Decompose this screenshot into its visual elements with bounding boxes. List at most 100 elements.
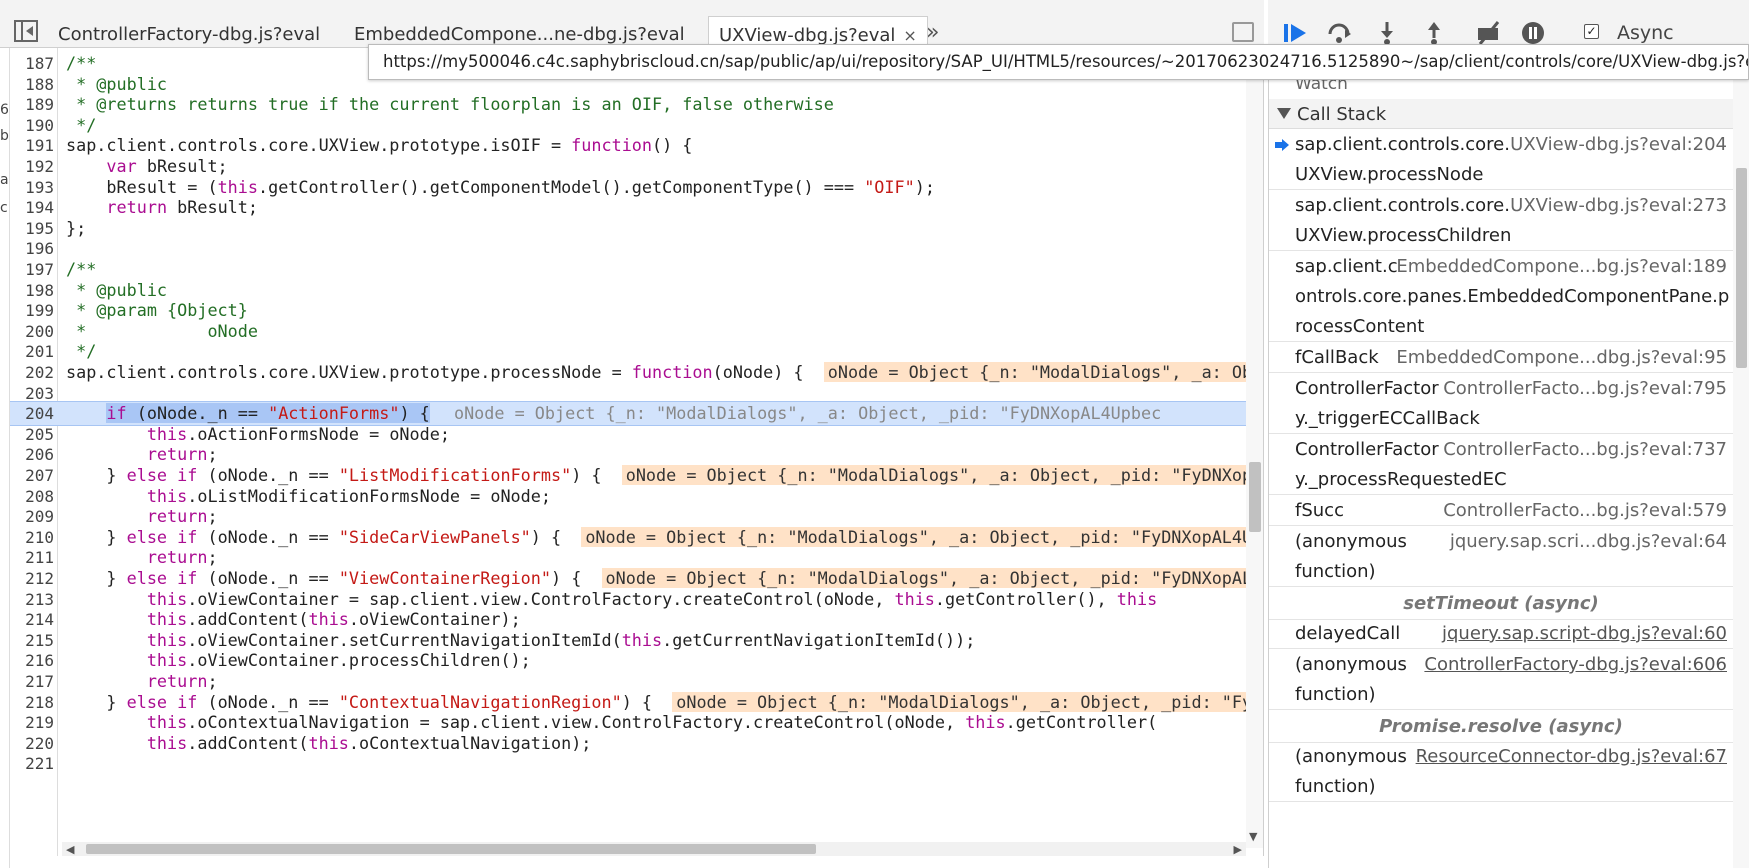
code-line[interactable]: 207 } else if (oNode._n == "ListModifica… [10,464,1263,487]
code-line[interactable]: 219 this.oContextualNavigation = sap.cli… [10,711,1263,734]
code-line[interactable]: 198 * @public [10,279,1263,302]
line-number[interactable]: 218 [10,691,54,714]
frame-location-link[interactable]: ControllerFacto...bg.js?eval:795 [1443,374,1727,404]
code-line[interactable]: 204 if (oNode._n == "ActionForms") { oNo… [10,401,1263,427]
editor-horizontal-scrollbar[interactable]: ◀ ▶ [62,842,1246,856]
frame-location-link[interactable]: EmbeddedCompone...dbg.js?eval:95 [1396,343,1727,373]
resume-icon[interactable] [1282,20,1308,46]
tab-controllerfactory[interactable]: ControllerFactory-dbg.js?eval [48,16,330,47]
call-frame[interactable]: (anonymous function) ControllerFactory-dbg… [1269,650,1733,710]
line-number[interactable]: 189 [10,93,54,116]
line-number[interactable]: 187 [10,52,54,75]
code-line[interactable]: 220 this.addContent(this.oContextualNavi… [10,732,1263,755]
call-frame[interactable]: delayedCall jquery.sap.script-dbg.js?eval… [1269,619,1733,649]
line-number[interactable]: 203 [10,382,54,405]
line-number[interactable]: 206 [10,443,54,466]
code-line[interactable]: 194 return bResult; [10,196,1263,219]
line-number[interactable]: 220 [10,732,54,755]
code-line[interactable]: 193 bResult = (this.getController().getC… [10,176,1263,199]
call-frame[interactable]: sap.client.controls.core. UXView.processN… [1269,130,1733,190]
code-line[interactable]: 199 * @param {Object} [10,299,1263,322]
frame-location-link[interactable]: ControllerFactory-dbg.js?eval:606 [1424,650,1727,680]
code-line[interactable]: 212 } else if (oNode._n == "ViewContaine… [10,567,1263,590]
code-line[interactable]: 213 this.oViewContainer = sap.client.vie… [10,588,1263,611]
call-frame[interactable]: ControllerFactor y._processRequestedEC Con… [1269,435,1733,495]
code-line[interactable]: 210 } else if (oNode._n == "SideCarViewP… [10,526,1263,549]
code-line[interactable]: 191 sap.client.controls.core.UXView.proto… [10,134,1263,157]
editor-vertical-scrollbar[interactable]: ▼ [1246,48,1263,848]
call-frame[interactable]: fSucc ControllerFacto...bg.js?eval:579 [1269,496,1733,526]
call-frame[interactable]: sap.client.c ontrols.core.panes.EmbeddedC… [1269,252,1733,342]
code-editor[interactable]: 187/** 188 * @public 189 * @returns return… [10,48,1264,856]
code-line[interactable]: 197 /** [10,258,1263,281]
scrollbar-thumb[interactable] [1736,168,1747,368]
code-line[interactable]: 221 [10,752,1263,775]
frame-location-link[interactable]: UXView-dbg.js?eval:204 [1510,130,1727,160]
code-line[interactable]: 209 return; [10,505,1263,528]
scrollbar-thumb[interactable] [1249,462,1261,532]
code-line[interactable]: 196 [10,237,1263,260]
code-line[interactable]: 200 * oNode [10,320,1263,343]
frame-location-link[interactable]: EmbeddedCompone...bg.js?eval:189 [1396,252,1727,282]
code-line[interactable]: 201 */ [10,340,1263,363]
toggle-navigator-icon[interactable] [14,20,38,42]
step-out-icon[interactable] [1421,20,1447,46]
line-number[interactable]: 196 [10,237,54,260]
call-frame[interactable]: (anonymous function) ResourceConnector-dbg… [1269,742,1733,802]
code-line[interactable]: 217 return; [10,670,1263,693]
line-number[interactable]: 197 [10,258,54,281]
call-frame[interactable]: fCallBack EmbeddedCompone...dbg.js?eval:9… [1269,343,1733,373]
step-into-icon[interactable] [1374,20,1400,46]
pause-on-exceptions-icon[interactable] [1520,20,1546,46]
line-number[interactable]: 192 [10,155,54,178]
code-line[interactable]: 195}; [10,217,1263,240]
code-line[interactable]: 192 var bResult; [10,155,1263,178]
scroll-down-icon[interactable]: ▼ [1249,830,1257,843]
code-line[interactable]: 205 this.oActionFormsNode = oNode; [10,423,1263,446]
line-number[interactable]: 193 [10,176,54,199]
toggle-debugger-sidebar-icon[interactable] [1232,22,1254,42]
scroll-right-icon[interactable]: ▶ [1234,843,1242,856]
async-checkbox[interactable]: ✓ [1584,24,1599,39]
step-over-icon[interactable] [1326,20,1352,46]
line-number[interactable]: 215 [10,629,54,652]
line-number[interactable]: 216 [10,649,54,672]
line-number[interactable]: 188 [10,73,54,96]
line-number[interactable]: 190 [10,114,54,137]
sidebar-scrollbar[interactable] [1733,48,1749,868]
line-number[interactable]: 195 [10,217,54,240]
code-line[interactable]: 190 */ [10,114,1263,137]
code-line[interactable]: 218 } else if (oNode._n == "ContextualNa… [10,691,1263,714]
close-tab-icon[interactable]: × [903,26,916,45]
scrollbar-thumb[interactable] [86,844,816,854]
line-number[interactable]: 208 [10,485,54,508]
line-number[interactable]: 204 [10,402,54,426]
call-frame[interactable]: ControllerFactor y._triggerECCallBack Cont… [1269,374,1733,434]
call-stack-header[interactable]: Call Stack [1269,99,1749,129]
line-number[interactable]: 219 [10,711,54,734]
code-line[interactable]: 189 * @returns returns true if the curre… [10,93,1263,116]
frame-location-link[interactable]: jquery.sap.script-dbg.js?eval:60 [1442,619,1727,649]
line-number[interactable]: 200 [10,320,54,343]
line-number[interactable]: 212 [10,567,54,590]
line-number[interactable]: 211 [10,546,54,569]
line-number[interactable]: 214 [10,608,54,631]
line-number[interactable]: 207 [10,464,54,487]
code-line[interactable]: 216 this.oViewContainer.processChildren(… [10,649,1263,672]
line-number[interactable]: 217 [10,670,54,693]
code-line[interactable]: 202 sap.client.controls.core.UXView.proto… [10,361,1263,384]
scroll-left-icon[interactable]: ◀ [66,843,74,856]
line-number[interactable]: 201 [10,340,54,363]
line-number[interactable]: 198 [10,279,54,302]
line-number[interactable]: 213 [10,588,54,611]
frame-location-link[interactable]: ControllerFacto...bg.js?eval:737 [1443,435,1727,465]
collapse-triangle-icon[interactable] [1277,108,1291,119]
line-number[interactable]: 209 [10,505,54,528]
frame-location-link[interactable]: jquery.sap.scri...dbg.js?eval:64 [1450,527,1727,557]
deactivate-breakpoints-icon[interactable] [1476,20,1502,46]
code-line[interactable]: 214 this.addContent(this.oViewContainer)… [10,608,1263,631]
code-line[interactable]: 211 return; [10,546,1263,569]
line-number[interactable]: 194 [10,196,54,219]
frame-location-link[interactable]: UXView-dbg.js?eval:273 [1510,191,1727,221]
code-line[interactable]: 203 [10,382,1263,405]
